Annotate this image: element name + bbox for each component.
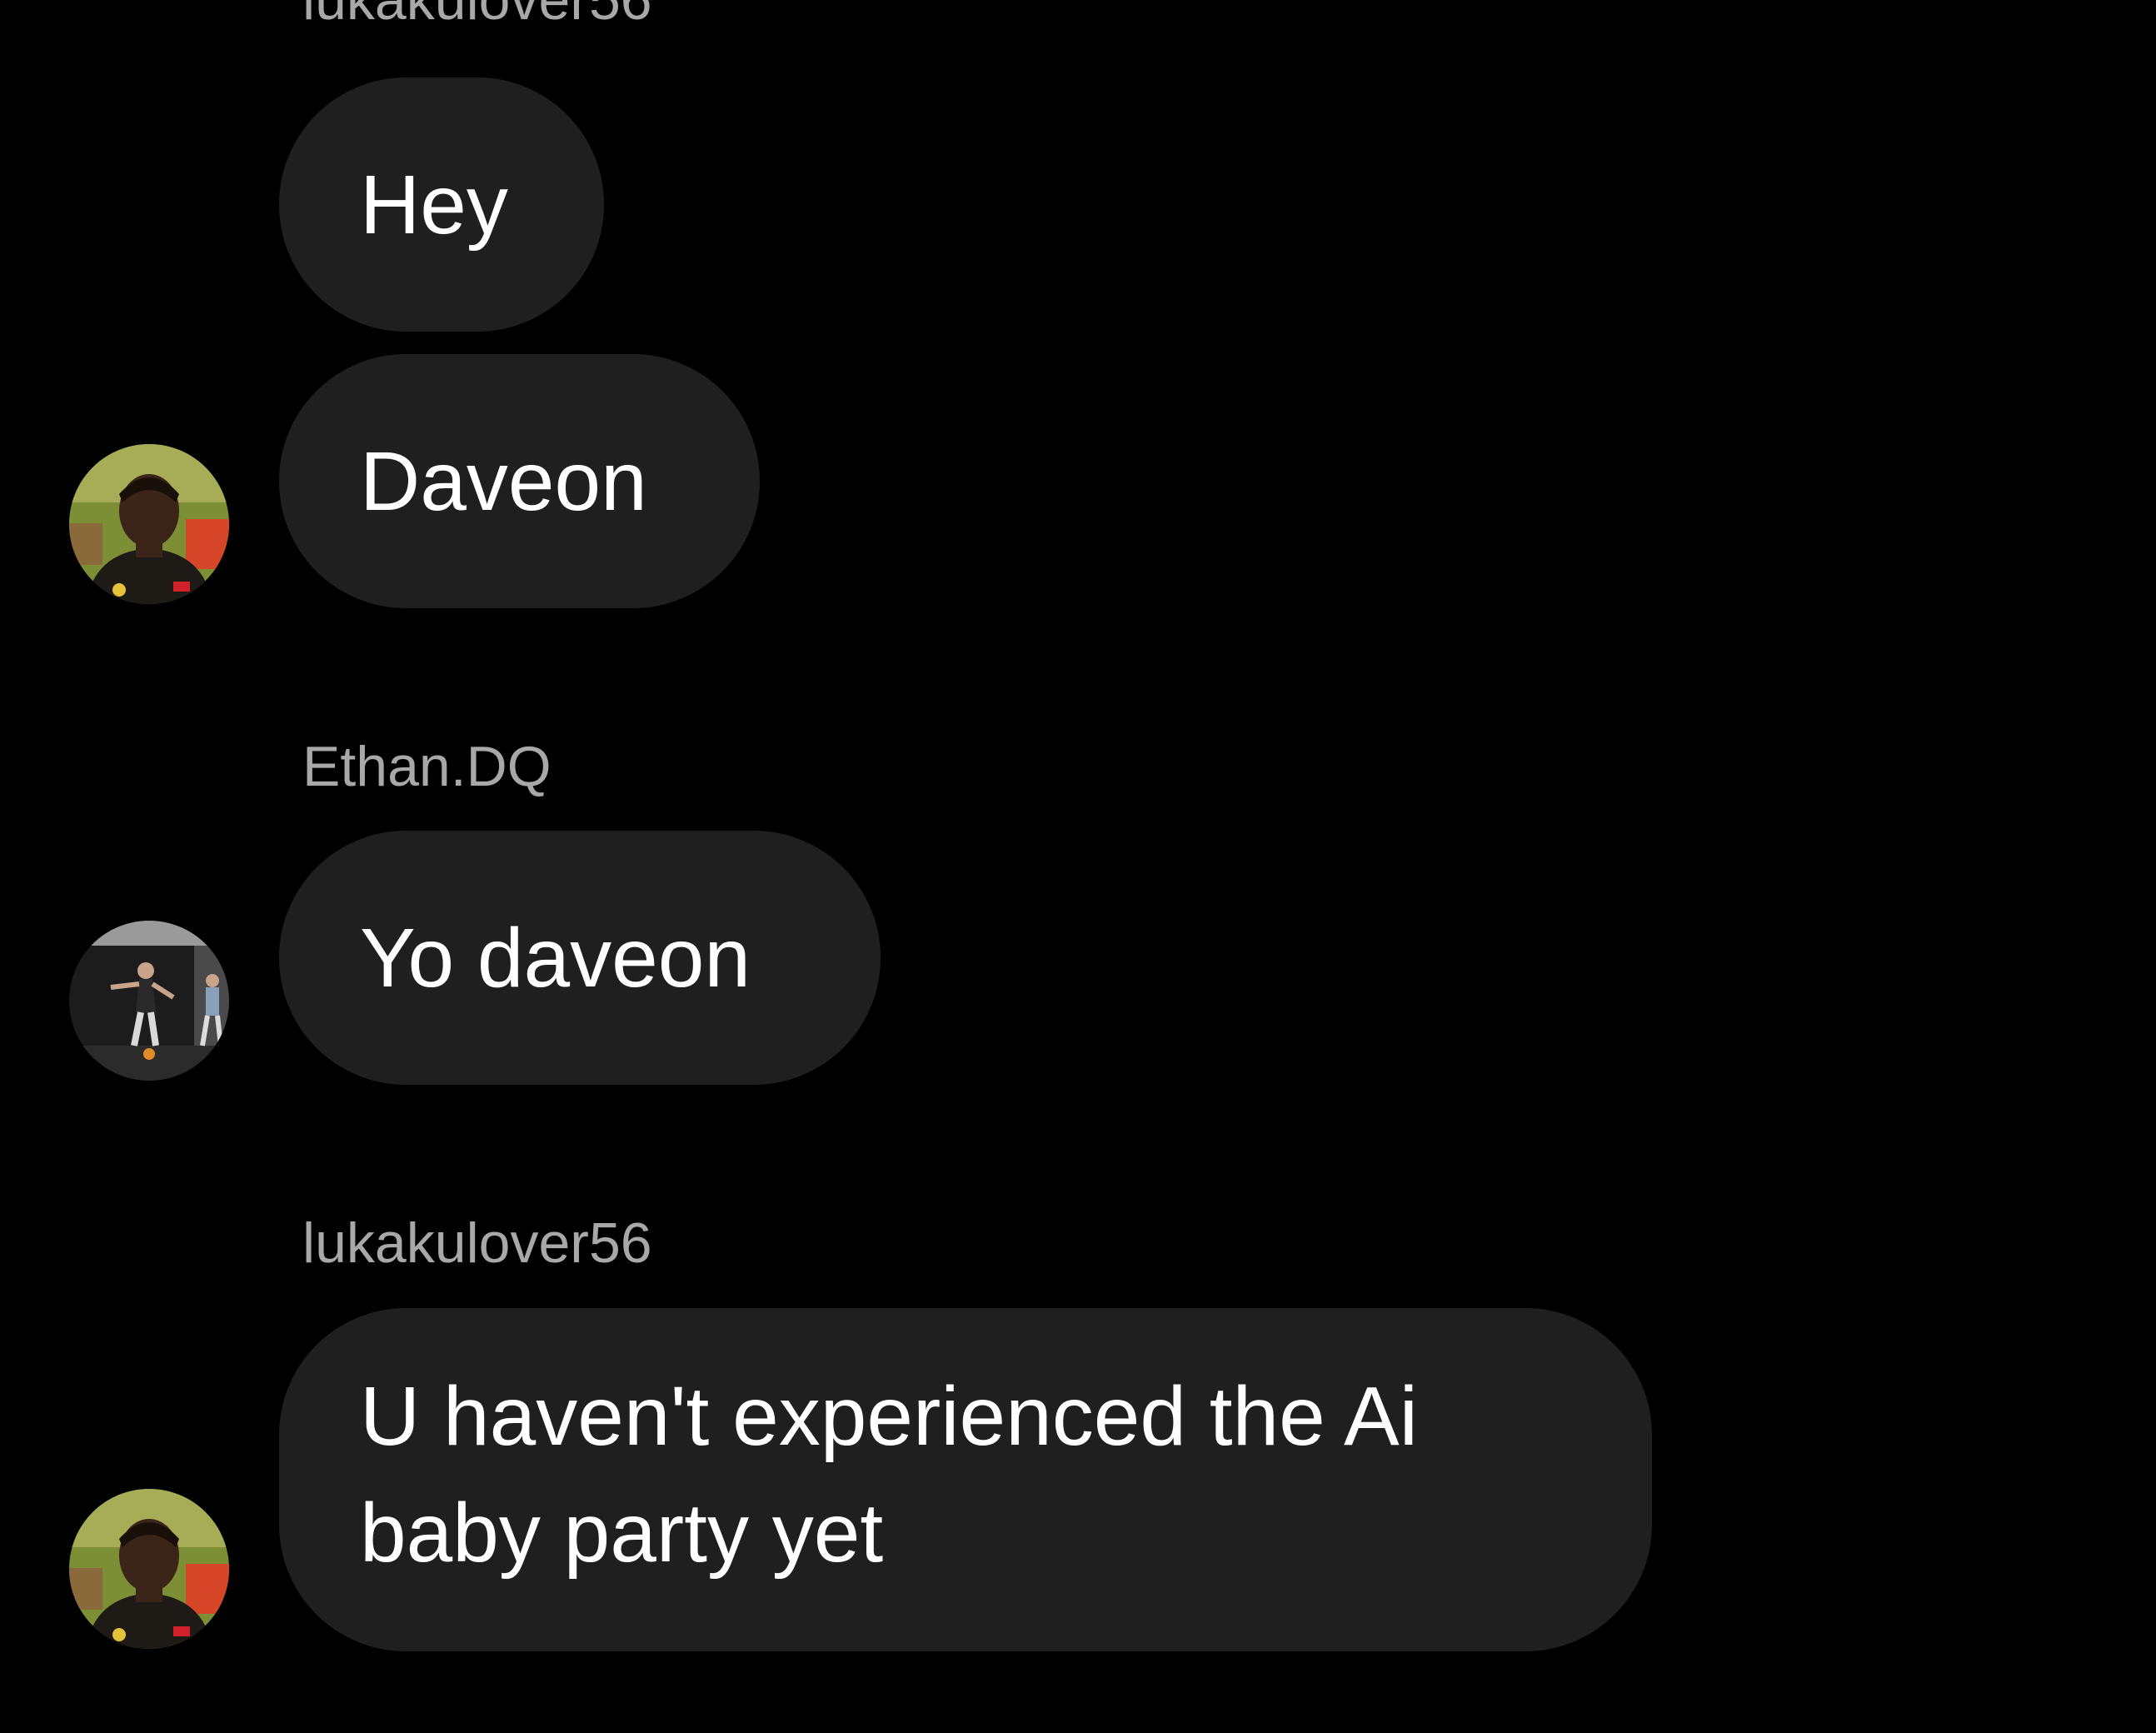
sender-name[interactable]: lukakulover56 xyxy=(302,0,652,33)
message-bubble[interactable]: U haven't experienced the Ai baby party … xyxy=(279,1308,1652,1651)
message-text: Hey xyxy=(360,157,508,252)
message-bubble[interactable]: Daveon xyxy=(279,354,760,608)
message-bubble[interactable]: Hey xyxy=(279,77,604,332)
message-text: Daveon xyxy=(360,434,647,528)
avatar-portrait-icon xyxy=(69,1489,229,1649)
avatar-ethan-dq[interactable] xyxy=(69,921,229,1081)
message-bubble[interactable]: Yo daveon xyxy=(279,831,881,1085)
message-thread: lukakulover56 Hey Daveon Ethan.DQ Yo dav… xyxy=(0,0,2156,1733)
message-text: Yo daveon xyxy=(360,911,751,1005)
sender-name[interactable]: Ethan.DQ xyxy=(302,733,551,800)
sender-name[interactable]: lukakulover56 xyxy=(302,1210,652,1276)
avatar-lukakulover56[interactable] xyxy=(69,444,229,604)
avatar-lukakulover56[interactable] xyxy=(69,1489,229,1649)
avatar-action-photo-icon xyxy=(69,921,229,1081)
avatar-portrait-icon xyxy=(69,444,229,604)
message-text: U haven't experienced the Ai baby party … xyxy=(360,1370,1418,1580)
